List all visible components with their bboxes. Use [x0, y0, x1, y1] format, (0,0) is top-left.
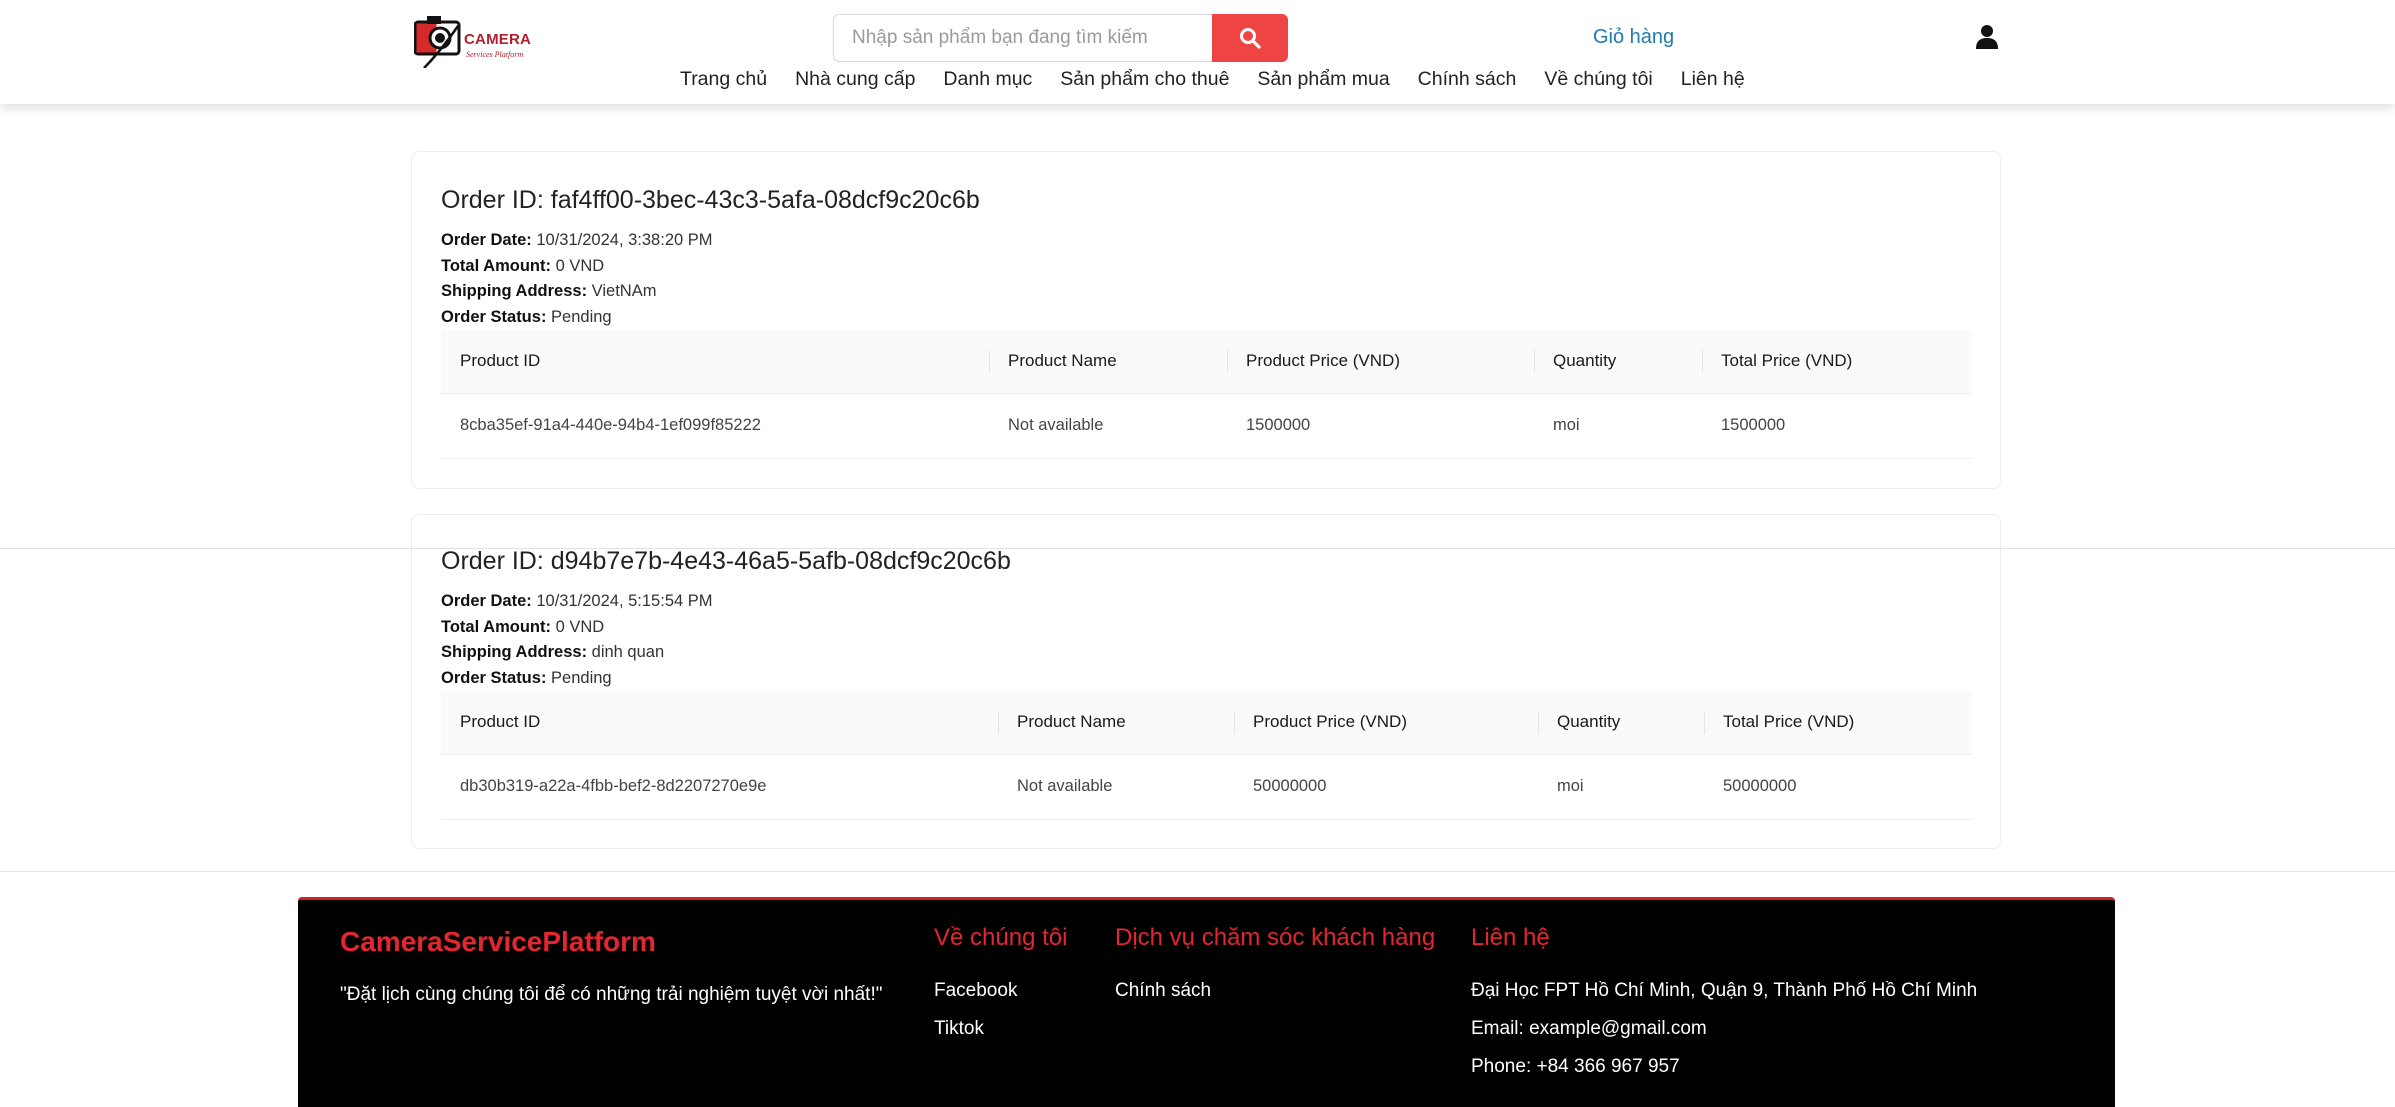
site-logo[interactable]: CAMERA Services Platform [414, 12, 534, 68]
cell-total-price: 50000000 [1704, 754, 1972, 820]
cell-product-price: 1500000 [1227, 393, 1534, 459]
order-status-value: Pending [551, 308, 612, 327]
order-details: Order Date: 10/31/2024, 3:38:20 PM Total… [441, 228, 713, 331]
section-divider [0, 548, 2395, 549]
col-total-price: Total Price (VND) [1704, 691, 1972, 755]
order-total-row: Total Amount: 0 VND [441, 615, 713, 641]
col-total-price: Total Price (VND) [1702, 330, 1972, 394]
order-id-value: d94b7e7b-4e43-46a5-5afb-08dcf9c20c6b [550, 547, 1011, 575]
cell-quantity: moi [1538, 754, 1704, 820]
order-status-row: Order Status: Pending [441, 666, 713, 692]
order-date-label: Order Date: [441, 231, 532, 249]
site-header: CAMERA Services Platform Giỏ hàng Trang … [0, 0, 2395, 104]
col-product-name: Product Name [998, 691, 1234, 755]
total-amount-label: Total Amount: [441, 617, 551, 636]
nav-policy[interactable]: Chính sách [1418, 68, 1517, 96]
total-amount-label: Total Amount: [441, 256, 551, 275]
cart-link[interactable]: Giỏ hàng [1593, 26, 1674, 49]
main-nav: Trang chủ Nhà cung cấp Danh mục Sản phẩm… [680, 68, 1773, 96]
footer-phone: Phone: +84 366 967 957 [1471, 1056, 1680, 1077]
cell-total-price: 1500000 [1702, 393, 1972, 459]
cell-product-name: Not available [998, 754, 1234, 820]
footer-about-heading: Về chúng tôi [934, 924, 1068, 951]
nav-suppliers[interactable]: Nhà cung cấp [795, 68, 915, 96]
order-id-value: faf4ff00-3bec-43c3-5afa-08dcf9c20c6b [550, 186, 980, 214]
order-date-value: 10/31/2024, 5:15:54 PM [536, 592, 713, 610]
cell-product-price: 50000000 [1234, 754, 1538, 820]
shipping-address-row: Shipping Address: VietNAm [441, 279, 713, 305]
order-status-value: Pending [551, 669, 612, 688]
shipping-address-label: Shipping Address: [441, 643, 588, 662]
shipping-address-row: Shipping Address: dinh quan [441, 640, 713, 666]
user-account-button[interactable] [1975, 24, 1999, 50]
order-status-label: Order Status: [441, 308, 547, 327]
footer-email: Email: example@gmail.com [1471, 1018, 1707, 1039]
order-status-label: Order Status: [441, 669, 547, 688]
nav-contact[interactable]: Liên hệ [1681, 68, 1745, 96]
footer-facebook-link[interactable]: Facebook [934, 980, 1017, 1002]
col-product-price: Product Price (VND) [1227, 330, 1534, 394]
footer-address: Đại Học FPT Hồ Chí Minh, Quận 9, Thành P… [1471, 980, 1978, 1001]
order-items-table: Product ID Product Name Product Price (V… [441, 330, 1972, 459]
table-row: 8cba35ef-91a4-440e-94b4-1ef099f85222 Not… [441, 393, 1972, 459]
col-product-price: Product Price (VND) [1234, 691, 1538, 755]
cell-product-id: 8cba35ef-91a4-440e-94b4-1ef099f85222 [441, 393, 989, 459]
footer-policy-link[interactable]: Chính sách [1115, 980, 1211, 1002]
table-row: db30b319-a22a-4fbb-bef2-8d2207270e9e Not… [441, 754, 1972, 820]
search-input[interactable] [833, 14, 1212, 62]
order-details: Order Date: 10/31/2024, 5:15:54 PM Total… [441, 589, 713, 692]
cell-product-name: Not available [989, 393, 1227, 459]
shipping-address-label: Shipping Address: [441, 282, 588, 301]
cell-product-id: db30b319-a22a-4fbb-bef2-8d2207270e9e [441, 754, 998, 820]
nav-categories[interactable]: Danh mục [943, 68, 1032, 96]
order-date-row: Order Date: 10/31/2024, 5:15:54 PM [441, 589, 713, 615]
col-product-id: Product ID [441, 330, 989, 394]
order-title: Order ID: d94b7e7b-4e43-46a5-5afb-08dcf9… [441, 547, 1011, 576]
order-id-label: Order ID: [441, 186, 544, 214]
shipping-address-value: VietNAm [591, 282, 657, 301]
cell-quantity: moi [1534, 393, 1702, 459]
order-total-row: Total Amount: 0 VND [441, 254, 713, 280]
order-date-label: Order Date: [441, 592, 532, 610]
total-amount-value: 0 VND [555, 256, 605, 275]
total-amount-value: 0 VND [555, 617, 605, 636]
logo-title: CAMERA [464, 31, 532, 48]
col-quantity: Quantity [1538, 691, 1704, 755]
order-card: Order ID: faf4ff00-3bec-43c3-5afa-08dcf9… [411, 151, 2001, 489]
site-footer: CameraServicePlatform "Đặt lịch cùng chú… [298, 897, 2115, 1107]
order-card: Order ID: d94b7e7b-4e43-46a5-5afb-08dcf9… [411, 514, 2001, 849]
table-header-row: Product ID Product Name Product Price (V… [441, 691, 1972, 755]
user-icon [1976, 25, 1998, 49]
footer-tiktok-link[interactable]: Tiktok [934, 1018, 984, 1040]
logo-subtitle: Services Platform [466, 50, 524, 59]
nav-purchase-products[interactable]: Sản phẩm mua [1257, 68, 1389, 96]
footer-quote: "Đặt lịch cùng chúng tôi để có những trả… [340, 984, 883, 1005]
search-icon [1240, 28, 1261, 49]
section-divider [0, 871, 2395, 872]
table-header-row: Product ID Product Name Product Price (V… [441, 330, 1972, 394]
nav-home[interactable]: Trang chủ [680, 68, 767, 96]
order-status-row: Order Status: Pending [441, 305, 713, 331]
order-title: Order ID: faf4ff00-3bec-43c3-5afa-08dcf9… [441, 186, 980, 215]
order-date-row: Order Date: 10/31/2024, 3:38:20 PM [441, 228, 713, 254]
col-product-name: Product Name [989, 330, 1227, 394]
shipping-address-value: dinh quan [591, 643, 665, 662]
camera-logo-icon [414, 16, 461, 68]
nav-about[interactable]: Về chúng tôi [1544, 68, 1652, 96]
footer-brand: CameraServicePlatform [340, 926, 656, 957]
footer-care-heading: Dịch vụ chăm sóc khách hàng [1115, 924, 1436, 951]
order-items-table: Product ID Product Name Product Price (V… [441, 691, 1972, 820]
col-product-id: Product ID [441, 691, 998, 755]
footer-contact-heading: Liên hệ [1471, 924, 1550, 951]
order-id-label: Order ID: [441, 547, 544, 575]
col-quantity: Quantity [1534, 330, 1702, 394]
nav-rental-products[interactable]: Sản phẩm cho thuê [1060, 68, 1229, 96]
search-button[interactable] [1212, 14, 1288, 62]
order-date-value: 10/31/2024, 3:38:20 PM [536, 231, 713, 249]
